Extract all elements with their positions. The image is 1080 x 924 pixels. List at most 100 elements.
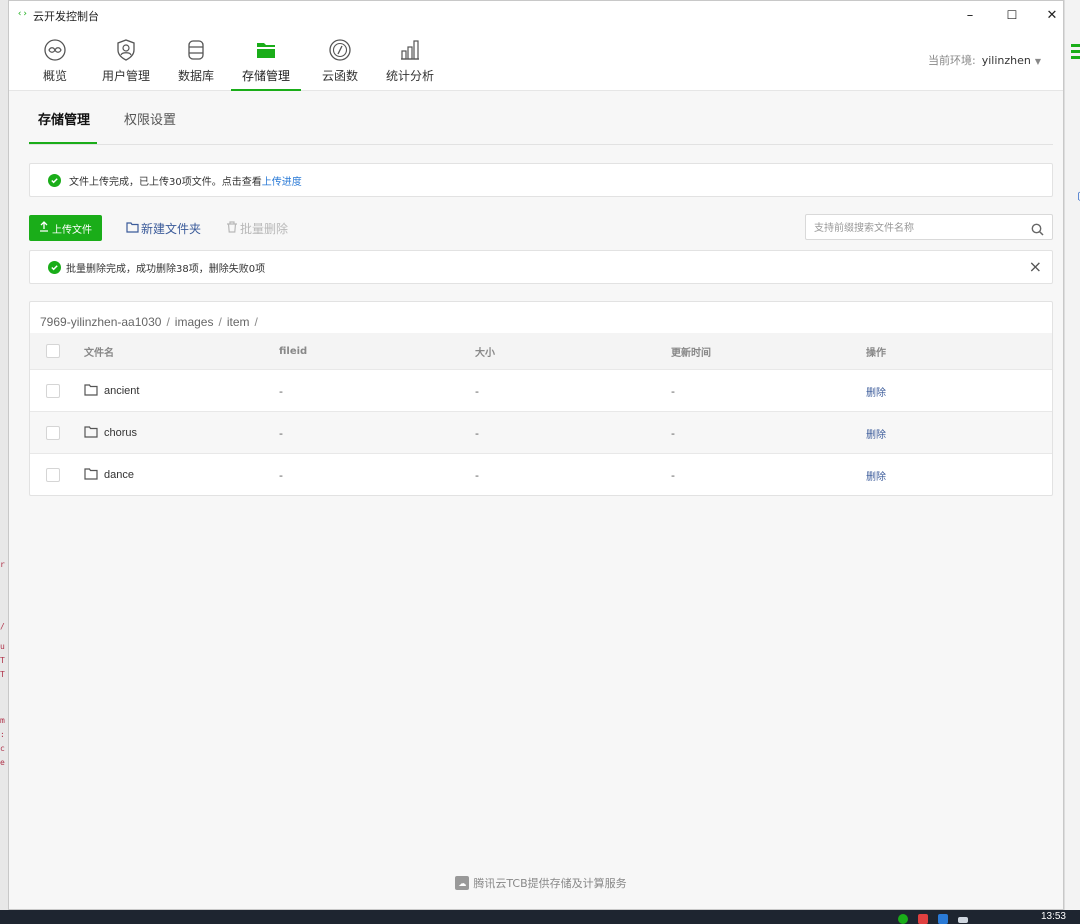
- upload-label: 上传文件: [52, 224, 92, 236]
- window-title: 云开发控制台: [33, 11, 99, 23]
- stats-icon: [397, 37, 423, 63]
- background-window-right: 〔: [1064, 0, 1080, 910]
- delete-alert-text: 批量删除完成，成功删除38项，删除失败0项: [66, 263, 266, 275]
- nav-label: 统计分析: [385, 69, 434, 83]
- breadcrumb-item[interactable]: images: [175, 315, 214, 329]
- breadcrumb-item[interactable]: item: [227, 315, 250, 329]
- column-header-updated: 更新时间: [671, 347, 711, 359]
- file-updated: -: [671, 426, 675, 440]
- table-header: 文件名 fileid 大小 更新时间 操作: [30, 333, 1052, 369]
- delete-complete-alert: 批量删除完成，成功删除38项，删除失败0项 ×: [29, 250, 1053, 284]
- nav-item-functions[interactable]: 云函数: [320, 37, 360, 91]
- upload-progress-link[interactable]: 上传进度: [262, 173, 302, 188]
- background-window-left: r / u T T m : c e: [0, 0, 8, 910]
- storage-content: 存储管理 权限设置 文件上传完成，已上传30项文件。点击查看 上传进度 上传文件 …: [29, 91, 1053, 891]
- toolbar: 上传文件 新建文件夹 批量删除: [29, 213, 1053, 241]
- maximize-button[interactable]: ☐: [997, 5, 1027, 25]
- nav-label: 数据库: [177, 69, 214, 83]
- delete-button[interactable]: 删除: [866, 426, 886, 441]
- upload-icon: [39, 221, 52, 235]
- row-checkbox[interactable]: [46, 384, 60, 398]
- delete-button[interactable]: 删除: [866, 384, 886, 399]
- search-box: [805, 214, 1053, 240]
- file-id: -: [279, 384, 283, 398]
- column-header-fileid: fileid: [279, 345, 308, 357]
- database-icon: [183, 37, 209, 63]
- nav-item-database[interactable]: 数据库: [176, 37, 216, 91]
- search-icon[interactable]: [1031, 221, 1044, 240]
- batch-delete-label: 批量删除: [240, 222, 289, 236]
- file-size: -: [475, 468, 479, 482]
- check-circle-icon: [48, 173, 61, 187]
- console-window: ‹› 云开发控制台 – ☐ ✕ 概览 用户管理 数据库 存储管理 云函数 统计分…: [8, 0, 1064, 910]
- table-row[interactable]: ancient - - - 删除: [30, 369, 1052, 412]
- app-icon: ‹›: [17, 9, 28, 19]
- caret-down-icon: ▼: [1034, 57, 1041, 66]
- file-name[interactable]: chorus: [104, 427, 137, 439]
- function-icon: [327, 37, 353, 63]
- delete-button[interactable]: 删除: [866, 468, 886, 483]
- column-header-name: 文件名: [84, 347, 114, 359]
- nav-item-stats[interactable]: 统计分析: [384, 37, 436, 91]
- taskbar: 13:53: [0, 910, 1080, 924]
- check-circle-icon: [48, 260, 61, 274]
- folder-outline-icon: [126, 221, 141, 236]
- tab-storage[interactable]: 存储管理: [38, 109, 90, 128]
- app-tray-icon[interactable]: [918, 914, 928, 924]
- tencent-cloud-icon: ☁: [455, 876, 470, 890]
- upload-complete-alert: 文件上传完成，已上传30项文件。点击查看 上传进度: [29, 163, 1053, 197]
- column-header-action: 操作: [866, 347, 886, 359]
- nav-label: 概览: [42, 69, 67, 83]
- file-updated: -: [671, 468, 675, 482]
- close-button[interactable]: ✕: [1037, 5, 1067, 25]
- top-navigation: 概览 用户管理 数据库 存储管理 云函数 统计分析 当前环境: yilinzhe…: [9, 29, 1063, 91]
- breadcrumb-item[interactable]: 7969-yilinzhen-aa1030: [40, 315, 161, 329]
- table-row[interactable]: dance - - - 删除: [30, 453, 1052, 496]
- keyboard-tray-icon[interactable]: [958, 917, 968, 923]
- folder-icon: [84, 425, 98, 441]
- environment-selector[interactable]: 当前环境: yilinzhen ▼: [928, 52, 1041, 68]
- row-checkbox[interactable]: [46, 426, 60, 440]
- select-all-checkbox[interactable]: [46, 344, 60, 358]
- file-size: -: [475, 426, 479, 440]
- nav-item-overview[interactable]: 概览: [40, 37, 70, 91]
- file-name[interactable]: ancient: [104, 385, 139, 397]
- breadcrumb: 7969-yilinzhen-aa1030/images / item /: [40, 315, 258, 329]
- nav-label: 存储管理: [241, 69, 290, 83]
- env-value: yilinzhen: [981, 54, 1031, 67]
- nav-item-storage[interactable]: 存储管理: [231, 37, 301, 91]
- search-input[interactable]: [814, 219, 1014, 237]
- folder-icon: [84, 467, 98, 483]
- wechat-tray-icon[interactable]: [898, 914, 908, 924]
- file-id: -: [279, 468, 283, 482]
- column-header-size: 大小: [475, 347, 495, 359]
- upload-file-button[interactable]: 上传文件: [29, 215, 102, 241]
- minimize-button[interactable]: –: [955, 5, 985, 25]
- row-checkbox[interactable]: [46, 468, 60, 482]
- taskbar-clock[interactable]: 13:53: [1041, 911, 1066, 922]
- nav-item-users[interactable]: 用户管理: [101, 37, 151, 91]
- nav-label: 用户管理: [101, 69, 150, 83]
- trash-icon: [226, 221, 240, 236]
- user-icon: [113, 37, 139, 63]
- file-id: -: [279, 426, 283, 440]
- tab-permissions[interactable]: 权限设置: [124, 109, 176, 128]
- footer-text: 腾讯云TCB提供存储及计算服务: [473, 877, 627, 890]
- subtabs: 存储管理 权限设置: [29, 91, 1053, 145]
- table-row[interactable]: chorus - - - 删除: [30, 411, 1052, 454]
- upload-alert-text: 文件上传完成，已上传30项文件。点击查看: [69, 176, 262, 188]
- file-name[interactable]: dance: [104, 469, 134, 481]
- overview-icon: [42, 37, 68, 63]
- batch-delete-button[interactable]: 批量删除: [226, 220, 288, 237]
- app-tray-icon[interactable]: [938, 914, 948, 924]
- title-bar: ‹› 云开发控制台 – ☐ ✕: [9, 1, 1063, 29]
- file-updated: -: [671, 384, 675, 398]
- file-size: -: [475, 384, 479, 398]
- new-folder-button[interactable]: 新建文件夹: [126, 220, 201, 237]
- active-tab-indicator: [29, 142, 97, 144]
- file-list-panel: 7969-yilinzhen-aa1030/images / item / 文件名 f…: [29, 301, 1053, 496]
- env-label: 当前环境:: [927, 54, 976, 67]
- nav-label: 云函数: [321, 69, 358, 83]
- close-icon[interactable]: ×: [1029, 259, 1042, 275]
- new-folder-label: 新建文件夹: [141, 222, 202, 236]
